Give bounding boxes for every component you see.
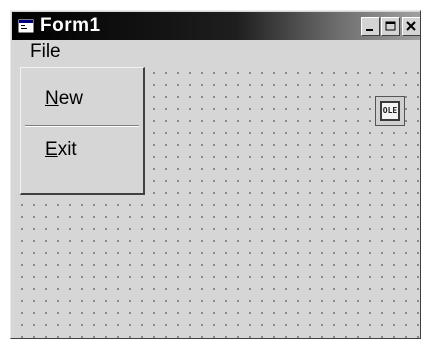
- menu-item-new-text: ew: [58, 88, 84, 109]
- maximize-button[interactable]: [381, 17, 400, 36]
- window-title: Form1: [40, 15, 101, 36]
- menu-item-exit-label: Exit: [45, 139, 77, 161]
- minimize-button[interactable]: [361, 17, 380, 36]
- title-bar[interactable]: Form1: [12, 12, 420, 40]
- form-window: Form1 File el1 OLE New: [10, 10, 421, 339]
- ole-control[interactable]: OLE: [375, 96, 405, 126]
- menu-bar: File: [12, 40, 420, 65]
- menu-item-new[interactable]: New: [21, 88, 143, 114]
- menu-file[interactable]: File: [28, 41, 63, 63]
- menu-item-new-label: New: [45, 88, 83, 110]
- close-icon: [406, 21, 416, 31]
- menu-item-exit-text: xit: [57, 139, 77, 160]
- menu-item-exit-mnemonic: E: [45, 139, 58, 160]
- menu-separator: [25, 125, 139, 127]
- form-icon[interactable]: [18, 19, 34, 33]
- ole-icon: OLE: [380, 101, 400, 121]
- menu-item-exit[interactable]: Exit: [21, 139, 143, 165]
- minimize-icon: [366, 29, 373, 31]
- menu-item-new-mnemonic: N: [45, 88, 59, 109]
- file-menu-dropdown: New Exit: [20, 67, 145, 195]
- maximize-icon: [385, 21, 396, 31]
- close-button[interactable]: [402, 17, 420, 36]
